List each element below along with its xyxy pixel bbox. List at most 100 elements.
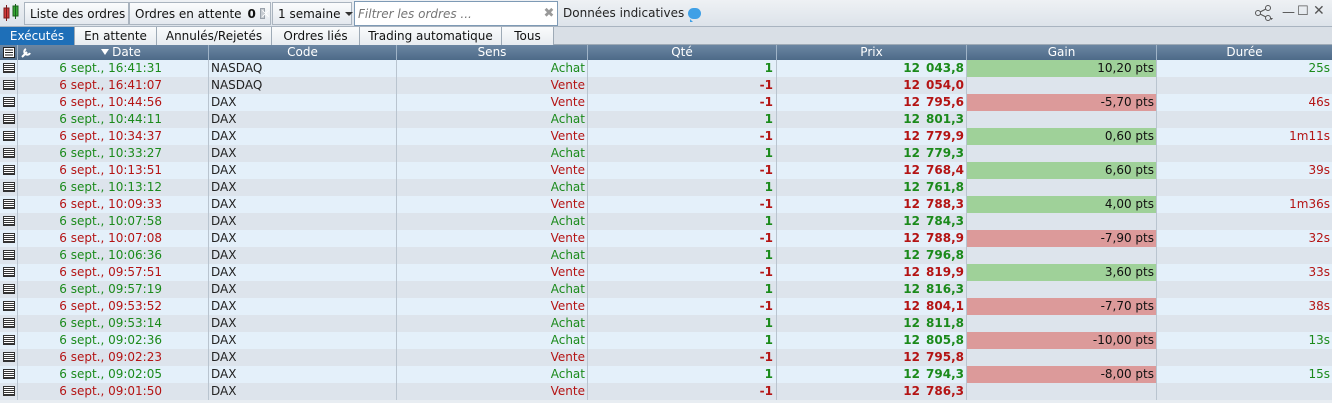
- table-row[interactable]: 6 sept., 10:44:11 DAX Achat 1 12 801,3: [0, 111, 1332, 128]
- minimize-icon[interactable]: —: [1282, 5, 1295, 20]
- row-details-cell[interactable]: [0, 247, 18, 264]
- table-row[interactable]: 6 sept., 10:13:51 DAX Vente -1 12 768,4 6,60 p…: [0, 162, 1332, 179]
- column-header-sens[interactable]: Sens: [397, 45, 588, 60]
- prix-units: 779,3: [926, 146, 964, 160]
- table-row[interactable]: 6 sept., 09:01:50 DAX Vente -1 12 786,3: [0, 383, 1332, 400]
- order-details-icon[interactable]: [3, 369, 15, 379]
- row-details-cell[interactable]: [0, 315, 18, 332]
- date-cell: 6 sept., 10:07:08: [18, 230, 209, 247]
- order-list-icon[interactable]: [2, 3, 22, 23]
- column-header-prix[interactable]: Prix: [777, 45, 967, 60]
- order-details-icon[interactable]: [3, 284, 15, 294]
- code-cell: DAX: [209, 213, 397, 230]
- period-select[interactable]: 1 semaine: [272, 2, 354, 25]
- clear-filter-icon[interactable]: ✖: [541, 6, 557, 21]
- order-details-icon[interactable]: [3, 148, 15, 158]
- order-details-icon[interactable]: [3, 80, 15, 90]
- order-details-icon[interactable]: [3, 267, 15, 277]
- info-bubble-icon[interactable]: [688, 7, 702, 22]
- row-details-cell[interactable]: [0, 196, 18, 213]
- table-row[interactable]: 6 sept., 10:34:37 DAX Vente -1 12 779,9 0,60 p…: [0, 128, 1332, 145]
- table-row[interactable]: 6 sept., 09:53:52 DAX Vente -1 12 804,1 -7,70 …: [0, 298, 1332, 315]
- order-details-icon[interactable]: [3, 318, 15, 328]
- table-row[interactable]: 6 sept., 10:07:58 DAX Achat 1 12 784,3: [0, 213, 1332, 230]
- row-details-cell[interactable]: [0, 366, 18, 383]
- order-list-title[interactable]: Liste des ordres: [24, 2, 129, 25]
- order-details-icon[interactable]: [3, 233, 15, 243]
- filter-orders-input[interactable]: [355, 3, 541, 24]
- row-details-cell[interactable]: [0, 145, 18, 162]
- row-details-cell[interactable]: [0, 60, 18, 77]
- table-row[interactable]: 6 sept., 10:09:33 DAX Vente -1 12 788,3 4,00 p…: [0, 196, 1332, 213]
- order-details-icon[interactable]: [3, 182, 15, 192]
- row-details-cell[interactable]: [0, 383, 18, 400]
- indicative-data-text: Données indicatives: [563, 6, 685, 20]
- table-row[interactable]: 6 sept., 10:13:12 DAX Achat 1 12 761,8: [0, 179, 1332, 196]
- close-icon[interactable]: ✕: [1313, 3, 1325, 19]
- share-icon[interactable]: [1254, 4, 1274, 22]
- order-details-icon[interactable]: [3, 301, 15, 311]
- maximize-icon[interactable]: ☐: [1297, 4, 1309, 19]
- row-details-cell[interactable]: [0, 332, 18, 349]
- pending-orders-button[interactable]: Ordres en attente 0: [129, 2, 271, 25]
- tab-pending[interactable]: En attente: [75, 27, 157, 45]
- gain-cell: -10,00 pts: [967, 332, 1157, 349]
- table-row[interactable]: 6 sept., 09:57:19 DAX Achat 1 12 816,3: [0, 281, 1332, 298]
- column-header-qte[interactable]: Qté: [588, 45, 777, 60]
- order-details-icon[interactable]: [3, 216, 15, 226]
- row-details-cell[interactable]: [0, 128, 18, 145]
- column-header-duree[interactable]: Durée: [1157, 45, 1332, 60]
- table-row[interactable]: 6 sept., 10:07:08 DAX Vente -1 12 788,9 -7,90 …: [0, 230, 1332, 247]
- order-details-icon[interactable]: [3, 131, 15, 141]
- table-row[interactable]: 6 sept., 10:44:56 DAX Vente -1 12 795,6 -5,70 …: [0, 94, 1332, 111]
- table-row[interactable]: 6 sept., 09:02:23 DAX Vente -1 12 795,8: [0, 349, 1332, 366]
- row-details-cell[interactable]: [0, 349, 18, 366]
- prix-units: 784,3: [926, 214, 964, 228]
- order-details-icon[interactable]: [3, 114, 15, 124]
- order-details-icon[interactable]: [3, 63, 15, 73]
- table-row[interactable]: 6 sept., 09:53:14 DAX Achat 1 12 811,8: [0, 315, 1332, 332]
- table-row[interactable]: 6 sept., 09:57:51 DAX Vente -1 12 819,9 3,60 p…: [0, 264, 1332, 281]
- row-details-cell[interactable]: [0, 230, 18, 247]
- details-column-icon[interactable]: [0, 45, 18, 60]
- table-row[interactable]: 6 sept., 16:41:07 NASDAQ Vente -1 12 054,0: [0, 77, 1332, 94]
- date-cell: 6 sept., 09:53:52: [18, 298, 209, 315]
- sens-cell: Vente: [397, 94, 588, 111]
- order-details-icon[interactable]: [3, 199, 15, 209]
- order-details-icon[interactable]: [3, 335, 15, 345]
- row-details-cell[interactable]: [0, 298, 18, 315]
- qte-cell: -1: [588, 298, 777, 315]
- table-row[interactable]: 6 sept., 10:33:27 DAX Achat 1 12 779,3: [0, 145, 1332, 162]
- tab-cancelled-rejected[interactable]: Annulés/Rejetés: [157, 27, 272, 45]
- row-details-cell[interactable]: [0, 111, 18, 128]
- table-row[interactable]: 6 sept., 09:02:36 DAX Achat 1 12 805,8 -10,00 …: [0, 332, 1332, 349]
- table-row[interactable]: 6 sept., 09:02:05 DAX Achat 1 12 794,3 -8,00 p…: [0, 366, 1332, 383]
- wrench-icon[interactable]: [18, 45, 34, 60]
- pending-orders-label: Ordres en attente: [135, 6, 242, 21]
- order-details-icon[interactable]: [3, 352, 15, 362]
- row-details-cell[interactable]: [0, 162, 18, 179]
- order-details-icon[interactable]: [3, 386, 15, 396]
- tab-executed[interactable]: Exécutés: [0, 27, 75, 45]
- duree-cell: 1m36s: [1289, 197, 1330, 211]
- row-details-cell[interactable]: [0, 281, 18, 298]
- row-details-cell[interactable]: [0, 179, 18, 196]
- tab-automatic-trading[interactable]: Trading automatique: [360, 27, 502, 45]
- date-cell: 6 sept., 10:06:36: [18, 247, 209, 264]
- row-details-cell[interactable]: [0, 213, 18, 230]
- qte-cell: 1: [588, 315, 777, 332]
- row-details-cell[interactable]: [0, 94, 18, 111]
- tab-all[interactable]: Tous: [502, 27, 554, 45]
- order-details-icon[interactable]: [3, 97, 15, 107]
- table-row[interactable]: 6 sept., 16:41:31 NASDAQ Achat 1 12 043,8 10,2…: [0, 60, 1332, 77]
- order-details-icon[interactable]: [3, 165, 15, 175]
- tab-linked-orders[interactable]: Ordres liés: [272, 27, 360, 45]
- column-header-date[interactable]: Date: [34, 45, 209, 60]
- column-header-code[interactable]: Code: [209, 45, 397, 60]
- table-row[interactable]: 6 sept., 10:06:36 DAX Achat 1 12 796,8: [0, 247, 1332, 264]
- order-details-icon[interactable]: [3, 250, 15, 260]
- clear-pending-icon[interactable]: [259, 8, 265, 19]
- column-header-gain[interactable]: Gain: [967, 45, 1157, 60]
- row-details-cell[interactable]: [0, 77, 18, 94]
- row-details-cell[interactable]: [0, 264, 18, 281]
